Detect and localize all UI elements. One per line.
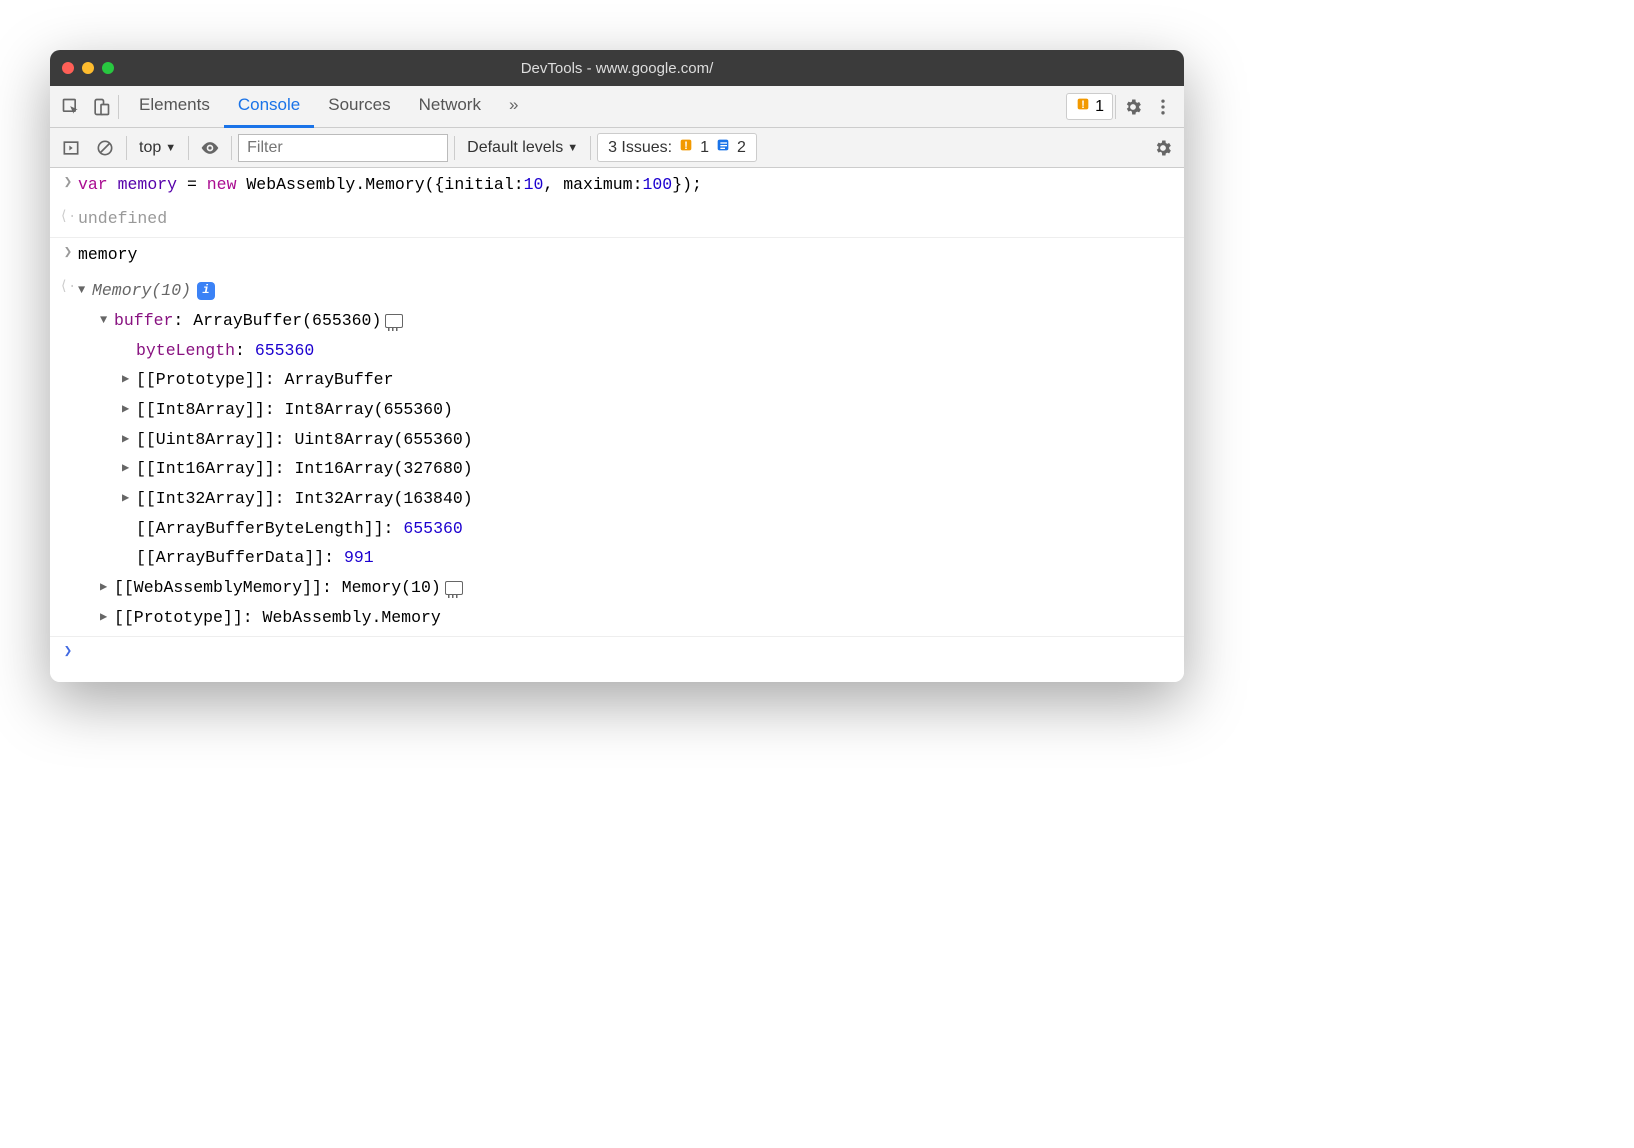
disclosure-triangle-icon[interactable] (122, 458, 134, 480)
toolbar-divider (231, 136, 232, 160)
console-output-row: ⟨· undefined (50, 202, 1184, 237)
tree-node-uint8array[interactable]: [[Uint8Array]]: Uint8Array(655360) (78, 425, 1176, 455)
more-options-icon[interactable] (1148, 92, 1178, 122)
close-window-button[interactable] (62, 62, 74, 74)
tree-node-prototype[interactable]: [[Prototype]]: ArrayBuffer (78, 365, 1176, 395)
device-toolbar-icon[interactable] (86, 92, 116, 122)
disclosure-triangle-icon[interactable] (78, 280, 90, 302)
console-code: memory (78, 242, 1176, 268)
tab-sources[interactable]: Sources (314, 86, 404, 128)
issues-warn-count: 1 (700, 139, 709, 157)
memory-inspector-icon[interactable] (445, 581, 463, 595)
minimize-window-button[interactable] (82, 62, 94, 74)
console-toolbar: top ▼ Default levels ▼ 3 Issues: ! 1 2 (50, 128, 1184, 168)
disclosure-triangle-icon[interactable] (100, 577, 112, 599)
tree-node-memory[interactable]: Memory(10) i (78, 276, 1176, 306)
settings-icon[interactable] (1118, 92, 1148, 122)
levels-label: Default levels (467, 139, 563, 157)
info-icon (715, 137, 731, 158)
filter-input[interactable] (238, 134, 448, 162)
tree-node-int32array[interactable]: [[Int32Array]]: Int32Array(163840) (78, 484, 1176, 514)
svg-text:!: ! (684, 140, 688, 152)
console-output: ❯ var memory = new WebAssembly.Memory({i… (50, 168, 1184, 682)
warning-count: 1 (1095, 98, 1104, 116)
tree-node-bytelength: byteLength: 655360 (78, 336, 1176, 366)
toolbar-divider (590, 136, 591, 160)
warnings-badge[interactable]: ! 1 (1066, 93, 1113, 120)
disclosure-triangle-icon[interactable] (122, 429, 134, 451)
tree-node-arraybuffer-length: [[ArrayBufferByteLength]]: 655360 (78, 514, 1176, 544)
toggle-sidebar-icon[interactable] (56, 133, 86, 163)
tree-node-int16array[interactable]: [[Int16Array]]: Int16Array(327680) (78, 454, 1176, 484)
warning-icon: ! (1075, 96, 1091, 117)
devtools-window: DevTools - www.google.com/ Elements Cons… (50, 50, 1184, 682)
chevron-down-icon: ▼ (165, 142, 176, 154)
main-toolbar: Elements Console Sources Network » ! 1 (50, 86, 1184, 128)
window-title: DevTools - www.google.com/ (50, 60, 1184, 77)
prompt-marker-icon: ❯ (58, 641, 78, 663)
disclosure-triangle-icon[interactable] (122, 369, 134, 391)
output-marker-icon: ⟨· (58, 276, 78, 632)
disclosure-triangle-icon[interactable] (122, 399, 134, 421)
maximize-window-button[interactable] (102, 62, 114, 74)
panel-tabs: Elements Console Sources Network » (125, 86, 532, 128)
tree-node-wasm-memory[interactable]: [[WebAssemblyMemory]]: Memory(10) (78, 573, 1176, 603)
input-marker-icon: ❯ (58, 172, 78, 198)
toolbar-divider (126, 136, 127, 160)
toolbar-divider (1115, 95, 1116, 119)
more-tabs-button[interactable]: » (495, 86, 532, 128)
console-code: var memory = new WebAssembly.Memory({ini… (78, 172, 1176, 198)
console-input[interactable] (78, 641, 1176, 663)
live-expression-icon[interactable] (195, 133, 225, 163)
input-marker-icon: ❯ (58, 242, 78, 268)
tree-node-buffer[interactable]: buffer: ArrayBuffer(655360) (78, 306, 1176, 336)
tab-network[interactable]: Network (405, 86, 495, 128)
execution-context-dropdown[interactable]: top ▼ (133, 137, 182, 159)
issues-label: 3 Issues: (608, 139, 672, 157)
disclosure-triangle-icon[interactable] (122, 488, 134, 510)
console-result: undefined (78, 206, 1176, 232)
toolbar-divider (118, 95, 119, 119)
output-marker-icon: ⟨· (58, 206, 78, 232)
memory-inspector-icon[interactable] (385, 314, 403, 328)
disclosure-triangle-icon[interactable] (100, 310, 112, 332)
toolbar-divider (454, 136, 455, 160)
console-output-row: ⟨· Memory(10) i buffer: ArrayBuffer(6553… (50, 272, 1184, 637)
context-label: top (139, 139, 161, 157)
console-settings-icon[interactable] (1148, 133, 1178, 163)
svg-text:!: ! (1081, 99, 1085, 111)
chevron-down-icon: ▼ (567, 142, 578, 154)
console-input-row[interactable]: ❯ memory (50, 238, 1184, 272)
toolbar-divider (188, 136, 189, 160)
traffic-lights (62, 62, 114, 74)
inspect-element-icon[interactable] (56, 92, 86, 122)
tab-elements[interactable]: Elements (125, 86, 224, 128)
tree-node-prototype[interactable]: [[Prototype]]: WebAssembly.Memory (78, 603, 1176, 633)
tree-node-int8array[interactable]: [[Int8Array]]: Int8Array(655360) (78, 395, 1176, 425)
console-prompt-row[interactable]: ❯ (50, 637, 1184, 681)
tree-node-arraybuffer-data: [[ArrayBufferData]]: 991 (78, 543, 1176, 573)
info-icon[interactable]: i (197, 282, 215, 300)
log-levels-dropdown[interactable]: Default levels ▼ (461, 137, 584, 159)
issues-button[interactable]: 3 Issues: ! 1 2 (597, 133, 757, 162)
clear-console-icon[interactable] (90, 133, 120, 163)
object-tree: Memory(10) i buffer: ArrayBuffer(655360)… (78, 276, 1176, 632)
window-titlebar: DevTools - www.google.com/ (50, 50, 1184, 86)
warning-icon: ! (678, 137, 694, 158)
disclosure-triangle-icon[interactable] (100, 607, 112, 629)
tab-console[interactable]: Console (224, 86, 314, 128)
console-input-row[interactable]: ❯ var memory = new WebAssembly.Memory({i… (50, 168, 1184, 202)
issues-info-count: 2 (737, 139, 746, 157)
